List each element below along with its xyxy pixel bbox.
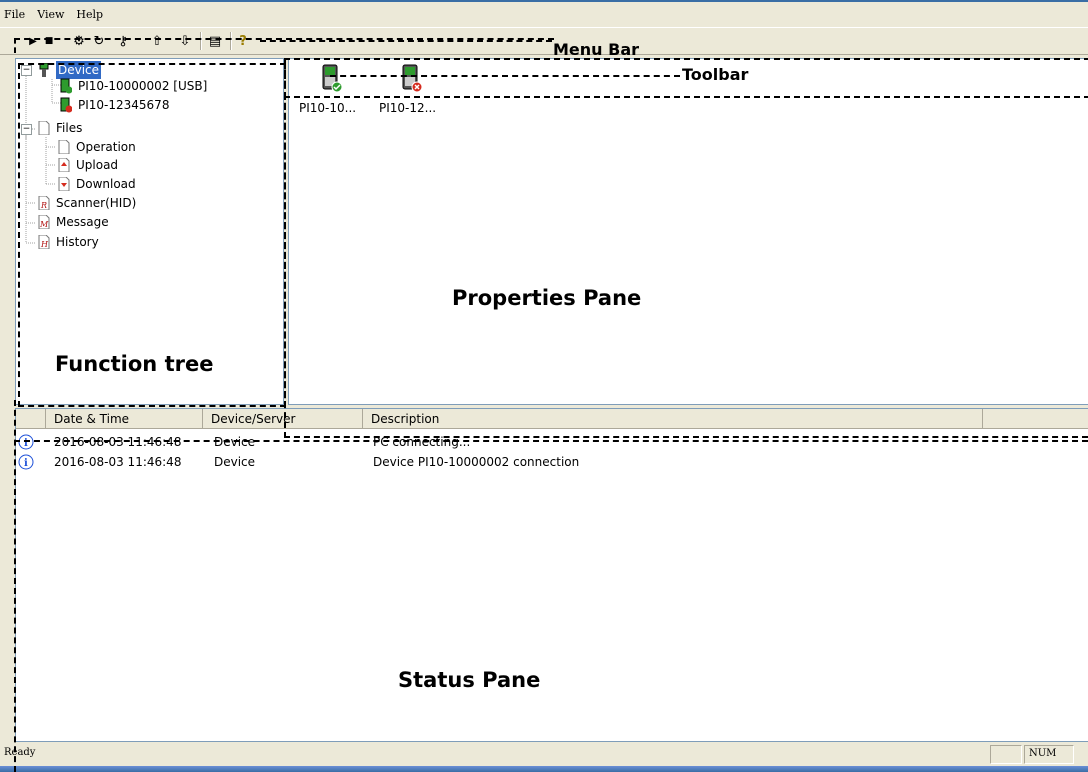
status-text: Ready [4, 747, 36, 758]
upload-device-icon: ⇧ [151, 33, 163, 49]
column-header-extra[interactable] [983, 409, 1088, 429]
menu-view[interactable]: View [31, 6, 70, 24]
upload-device-button[interactable]: ⇧ [148, 32, 166, 50]
row-source: Device [214, 455, 256, 469]
application-window: File View Help ▶ ■ ⚙ ↻ ⚷ ⇧ ⇩ ▤ ? − Devic… [0, 0, 1088, 772]
num-lock-label: NUM [1029, 748, 1057, 759]
properties-callout-line [284, 94, 286, 438]
download-device-button[interactable]: ⇩ [176, 32, 194, 50]
column-header-source[interactable]: Device/Server [203, 409, 363, 429]
refresh-icon: ↻ [93, 33, 105, 49]
download-device-icon: ⇩ [179, 33, 191, 49]
status-callout-line [14, 440, 1088, 442]
row-description: Device PI10-10000002 connection [373, 455, 580, 469]
scanner-icon: ▤ [208, 33, 222, 49]
properties-pane: PI10-10... PI10-12... [288, 58, 1088, 405]
status-callout-line [14, 400, 16, 772]
table-row[interactable]: i 2016-08-03 11:46:48 Device Device PI10… [18, 453, 1078, 471]
properties-callout-box [284, 58, 1088, 98]
menu-bar: File View Help [0, 6, 1088, 24]
column-header-datetime[interactable]: Date & Time [46, 409, 203, 429]
status-callout-line [284, 436, 1088, 438]
row-source: Device [214, 435, 256, 449]
stop-button[interactable]: ■ [40, 32, 58, 50]
key-icon: ⚷ [118, 33, 128, 49]
svg-text:i: i [24, 458, 28, 469]
settings-icon: ⚙ [73, 33, 85, 49]
refresh-button[interactable]: ↻ [90, 32, 108, 50]
toolbar-separator [230, 32, 232, 50]
toolbar-callout-line [260, 40, 552, 42]
key-button[interactable]: ⚷ [114, 32, 132, 50]
menu-bar-callout-line [14, 38, 16, 53]
status-pane: Date & Time Device/Server Description i … [15, 408, 1088, 742]
taskbar-edge [0, 766, 1088, 772]
device-tile-label: PI10-10... [299, 101, 357, 115]
info-icon: i [18, 454, 34, 475]
scanner-button[interactable]: ▤ [206, 32, 224, 50]
status-panel-empty [990, 745, 1022, 764]
column-header-icon[interactable] [16, 409, 46, 429]
row-datetime: 2016-08-03 11:46:48 [54, 455, 182, 469]
info-icon: i [18, 434, 34, 455]
row-datetime: 2016-08-03 11:46:48 [54, 435, 182, 449]
status-pane-annotation: Status Pane [398, 668, 541, 692]
device-tile-label: PI10-12... [379, 101, 437, 115]
menu-help[interactable]: Help [70, 6, 109, 24]
num-lock-indicator: NUM [1024, 745, 1074, 764]
settings-button[interactable]: ⚙ [70, 32, 88, 50]
function-tree-annotation: Function tree [55, 352, 214, 376]
menu-bar-annotation: Menu Bar [553, 40, 640, 59]
menu-file[interactable]: File [0, 6, 31, 24]
column-header-description[interactable]: Description [363, 409, 983, 429]
properties-pane-annotation: Properties Pane [452, 286, 642, 310]
help-icon: ? [239, 33, 247, 49]
toolbar-separator [200, 32, 202, 50]
window-top-border [0, 0, 1088, 2]
help-button[interactable]: ? [234, 32, 252, 50]
status-bar: Ready NUM [0, 743, 1088, 765]
